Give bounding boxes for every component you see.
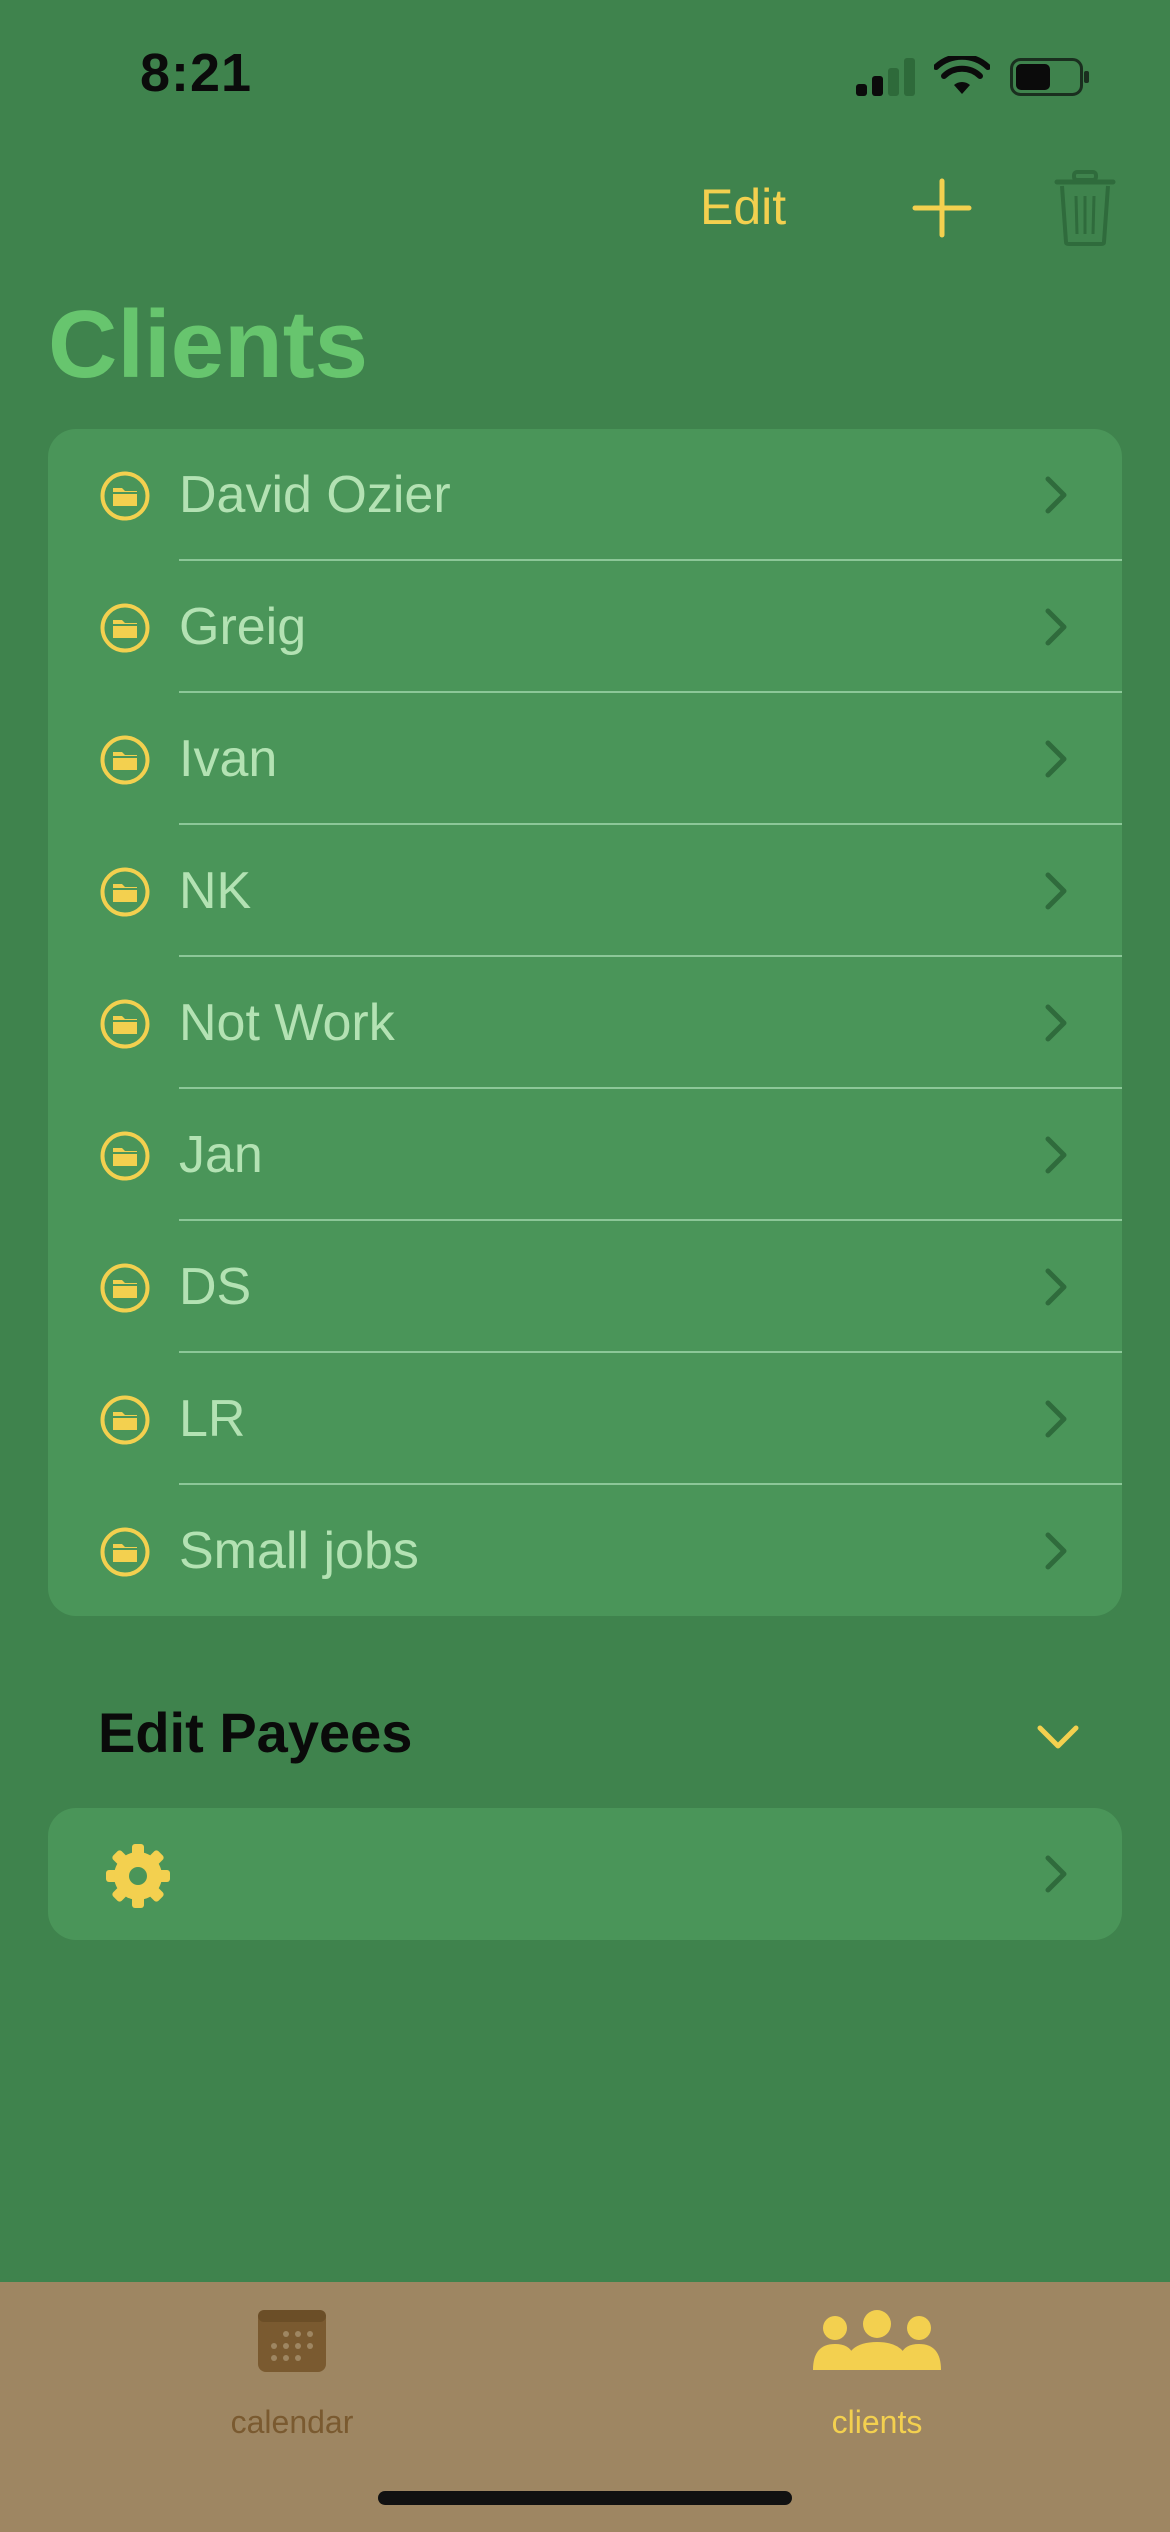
folder-icon: [100, 1395, 150, 1445]
chevron-right-icon: [1045, 1855, 1067, 1893]
clients-list: David Ozier Greig Ivan NK Not Work Jan D…: [48, 429, 1122, 1616]
edit-payees-header[interactable]: Edit Payees: [48, 1690, 1122, 1780]
chevron-right-icon: [1045, 1400, 1067, 1438]
people-icon: [813, 2310, 941, 2370]
gear-icon: [106, 1844, 170, 1908]
page-title: Clients: [48, 291, 369, 398]
client-name: Ivan: [179, 730, 278, 788]
client-name: David Ozier: [179, 466, 451, 524]
folder-icon: [100, 867, 150, 917]
cellular-signal-icon: [856, 58, 916, 96]
calendar-icon: [258, 2310, 326, 2372]
home-indicator: [378, 2491, 792, 2505]
list-item[interactable]: Ivan: [48, 693, 1122, 825]
list-item[interactable]: DS: [48, 1221, 1122, 1353]
list-item[interactable]: Small jobs: [48, 1485, 1122, 1616]
chevron-right-icon: [1045, 872, 1067, 910]
folder-icon: [100, 471, 150, 521]
client-name: Greig: [179, 598, 307, 656]
tab-label: calendar: [230, 2404, 354, 2440]
tab-label: clients: [831, 2404, 923, 2440]
folder-icon: [100, 735, 150, 785]
trash-icon[interactable]: [1054, 170, 1116, 246]
client-name: DS: [179, 1258, 252, 1316]
status-time: 8:21: [140, 43, 253, 103]
chevron-right-icon: [1045, 608, 1067, 646]
list-item[interactable]: Not Work: [48, 957, 1122, 1089]
client-name: Not Work: [179, 994, 395, 1052]
status-bar: 8:21: [0, 0, 1170, 150]
battery-icon: [1010, 58, 1089, 96]
client-name: Small jobs: [179, 1522, 419, 1580]
client-name: NK: [179, 862, 252, 920]
folder-icon: [100, 1131, 150, 1181]
list-item[interactable]: LR: [48, 1353, 1122, 1485]
chevron-right-icon: [1045, 1136, 1067, 1174]
chevron-right-icon: [1045, 1268, 1067, 1306]
chevron-right-icon: [1045, 740, 1067, 778]
chevron-down-icon[interactable]: [1036, 1722, 1080, 1752]
folder-icon: [100, 999, 150, 1049]
tab-calendar[interactable]: calendar: [142, 2304, 442, 2444]
list-item[interactable]: Jan: [48, 1089, 1122, 1221]
folder-icon: [100, 1263, 150, 1313]
add-icon[interactable]: [912, 178, 972, 238]
folder-icon: [100, 1527, 150, 1577]
chevron-right-icon: [1045, 476, 1067, 514]
section-title: Edit Payees: [98, 1701, 413, 1764]
folder-icon: [100, 603, 150, 653]
chevron-right-icon: [1045, 1004, 1067, 1042]
client-name: LR: [179, 1390, 246, 1448]
client-name: Jan: [179, 1126, 263, 1184]
list-item[interactable]: NK: [48, 825, 1122, 957]
tab-clients[interactable]: clients: [727, 2304, 1027, 2444]
chevron-right-icon: [1045, 1532, 1067, 1570]
wifi-icon: [934, 56, 990, 94]
list-item[interactable]: Greig: [48, 561, 1122, 693]
payees-settings-row[interactable]: [48, 1808, 1122, 1940]
list-item[interactable]: David Ozier: [48, 429, 1122, 561]
navigation-bar: Edit: [0, 160, 1170, 260]
edit-button[interactable]: Edit: [700, 178, 786, 236]
